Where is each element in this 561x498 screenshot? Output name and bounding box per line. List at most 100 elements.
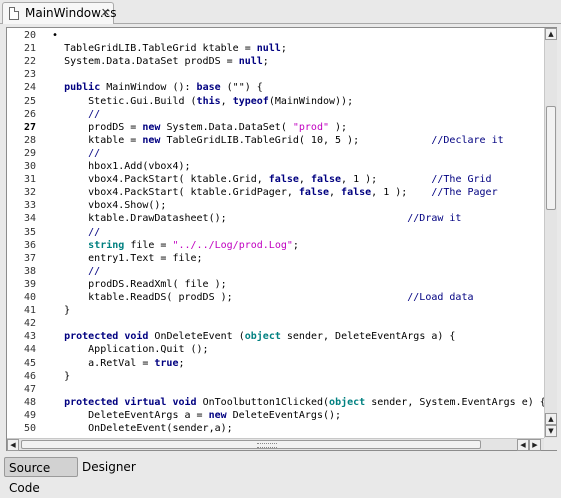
code-line[interactable]: public MainWindow (): base ("") {	[40, 81, 263, 94]
line-number: 46	[23, 370, 36, 382]
line-number: 34	[23, 213, 36, 225]
line-number: 29	[23, 147, 36, 159]
code-line[interactable]: protected virtual void OnToolbutton1Clic…	[40, 396, 544, 409]
line-number: 39	[23, 278, 36, 290]
code-token: false	[298, 187, 329, 199]
horizontal-scrollbar[interactable]: ◀ ◀ ▶	[7, 438, 544, 451]
view-switcher: Source Code Designer	[0, 454, 561, 495]
code-token: sender, DeleteEventArgs a) {	[280, 331, 456, 343]
scroll-left-button-right[interactable]: ◀	[517, 439, 529, 451]
code-token: //Load data	[407, 292, 474, 303]
code-token: this	[196, 95, 221, 107]
scrollbar-corner	[544, 438, 557, 450]
code-line[interactable]: vbox4.PackStart( ktable.Grid, false, fal…	[40, 173, 491, 186]
line-number: 45	[23, 357, 36, 369]
code-line[interactable]: ktable.ReadDS( prodDS ); //Load data	[40, 291, 474, 304]
code-line[interactable]: }	[40, 370, 70, 383]
code-line[interactable]: a.RetVal = true;	[40, 357, 185, 370]
code-token: //Draw it	[407, 213, 462, 225]
code-token: hbox1.Add(vbox4);	[40, 161, 191, 172]
line-number: 40	[23, 292, 36, 303]
line-number: 23	[23, 69, 36, 81]
code-token: protected	[64, 331, 119, 343]
code-line[interactable]: OnDeleteEvent(sender,a);	[40, 422, 233, 435]
scroll-down-button[interactable]: ▼	[545, 425, 557, 437]
code-line[interactable]: //	[40, 108, 100, 121]
code-line[interactable]: TableGridLIB.TableGrid ktable = null;	[40, 42, 287, 55]
scroll-left-button[interactable]: ◀	[7, 439, 19, 451]
code-area[interactable]: • TableGridLIB.TableGrid ktable = null; …	[40, 28, 544, 438]
code-token: file =	[124, 239, 173, 251]
code-line[interactable]: vbox4.PackStart( ktable.GridPager, false…	[40, 186, 497, 199]
code-line[interactable]: Stetic.Gui.Build (this, typeof(MainWindo…	[40, 95, 353, 108]
line-number: 37	[23, 252, 36, 264]
scroll-up-button[interactable]: ▲	[545, 28, 557, 40]
code-line[interactable]: prodDS.ReadXml( file );	[40, 278, 227, 291]
code-line[interactable]: ktable = new TableGridLIB.TableGrid( 10,…	[40, 134, 503, 147]
tab-designer[interactable]: Designer	[78, 457, 136, 477]
code-line[interactable]: //	[40, 265, 100, 278]
code-line[interactable]: DeleteEventArgs a = new DeleteEventArgs(…	[40, 409, 341, 422]
vertical-scroll-thumb[interactable]	[546, 106, 556, 210]
code-token: prodDS.ReadXml( file );	[40, 278, 227, 290]
code-token: new	[142, 121, 161, 133]
code-token: vbox4.PackStart( ktable.Grid,	[40, 174, 269, 186]
code-token: //	[40, 265, 101, 277]
code-token: null	[238, 56, 263, 68]
vertical-scrollbar[interactable]: ▲ ▲ ▼	[544, 28, 557, 438]
code-token: //	[40, 108, 101, 120]
close-icon[interactable]: ✕	[100, 7, 111, 18]
code-token: OnDeleteEvent(sender,a);	[40, 423, 233, 434]
line-number: 38	[23, 265, 36, 277]
tab-source-code[interactable]: Source Code	[4, 457, 78, 495]
line-number: 50	[23, 423, 36, 434]
code-token: a.RetVal =	[40, 357, 155, 369]
scroll-up-button-lower[interactable]: ▲	[545, 413, 557, 425]
code-token: OnDeleteEvent (	[148, 331, 245, 343]
code-line[interactable]: string file = "../../Log/prod.Log";	[40, 239, 299, 252]
document-tab[interactable]: MainWindow.cs ✕	[2, 2, 117, 24]
code-line[interactable]: •	[40, 29, 58, 42]
line-number: 32	[23, 187, 36, 199]
code-token: sender, System.EventArgs e) {	[365, 396, 544, 408]
line-number: 26	[23, 108, 36, 120]
code-line[interactable]: entry1.Text = file;	[40, 252, 202, 265]
code-line[interactable]: ktable.DrawDatasheet(); //Draw it	[40, 212, 461, 225]
code-token: ktable.DrawDatasheet();	[40, 213, 408, 225]
line-number: 48	[23, 396, 36, 408]
code-token: ;	[262, 56, 269, 68]
horizontal-scroll-thumb[interactable]	[21, 440, 481, 449]
code-line[interactable]: }	[40, 304, 70, 317]
code-line[interactable]: hbox1.Add(vbox4);	[40, 160, 191, 173]
code-token: new	[208, 409, 227, 421]
code-token: string	[88, 239, 125, 251]
code-token: "prod"	[292, 121, 329, 133]
line-number: 31	[23, 174, 36, 186]
line-number-gutter: 20 21 22 23 24 25 26 27 28 29 30 31 32 33 34 35 36 37 38 39…	[7, 28, 40, 438]
document-tab-strip: MainWindow.cs ✕	[0, 0, 561, 24]
code-token: false	[268, 174, 299, 186]
code-token: prodDS =	[40, 121, 143, 133]
code-token: object	[329, 396, 366, 408]
code-line[interactable]: //	[40, 226, 100, 239]
code-line[interactable]: //	[40, 147, 100, 160]
code-token: ;	[178, 357, 185, 369]
code-line[interactable]: Application.Quit ();	[40, 343, 208, 356]
code-token: ;	[292, 239, 299, 251]
source-editor[interactable]: 20 21 22 23 24 25 26 27 28 29 30 31 32 33 34 35 36 37 38 39…	[6, 27, 557, 451]
line-number: 20	[23, 30, 36, 41]
line-number: 41	[23, 305, 36, 317]
code-line[interactable]: prodDS = new System.Data.DataSet( "prod"…	[40, 121, 347, 134]
document-icon	[9, 7, 19, 20]
code-token: typeof	[232, 95, 269, 107]
scroll-right-button[interactable]: ▶	[529, 439, 541, 451]
code-line[interactable]: vbox4.Show();	[40, 199, 166, 212]
code-token: ;	[280, 43, 287, 55]
code-token: base	[196, 82, 221, 94]
code-line[interactable]: System.Data.DataSet prodDS = null;	[40, 55, 269, 68]
code-line[interactable]: protected void OnDeleteEvent (object sen…	[40, 330, 455, 343]
code-token: ktable =	[40, 134, 143, 146]
